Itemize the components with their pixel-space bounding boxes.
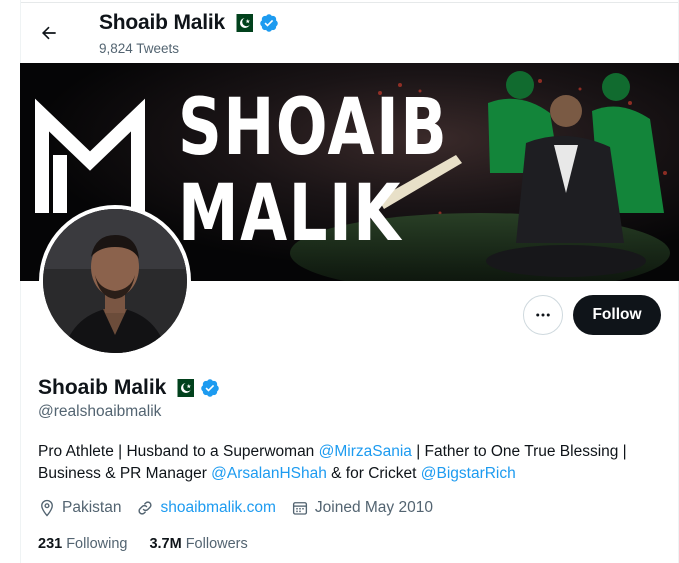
followers-label: Followers <box>185 536 248 552</box>
location: Pakistan <box>38 499 121 517</box>
location-pin-icon <box>38 499 56 517</box>
mention-link-mirzasania[interactable]: @MirzaSania <box>319 443 412 460</box>
following-count: 231 <box>38 536 63 552</box>
header-title-row: Shoaib Malik <box>99 11 279 35</box>
website-link[interactable]: shoaibmalik.com <box>160 499 275 517</box>
avatar[interactable] <box>39 205 191 357</box>
avatar-photo <box>43 209 187 353</box>
profile-stats: 231 Following 3.7M Followers <box>38 536 270 552</box>
header-name: Shoaib Malik <box>99 11 225 34</box>
bio-text: Pro Athlete | Husband to a Superwoman <box>38 443 319 460</box>
followers-link[interactable]: 3.7M Followers <box>149 536 247 552</box>
followers-count: 3.7M <box>149 536 182 552</box>
join-date: Joined May 2010 <box>291 499 433 517</box>
profile-name: Shoaib Malik <box>38 376 167 399</box>
more-options-button[interactable] <box>523 295 563 335</box>
link-icon <box>136 499 154 517</box>
mention-link-bigstarrich[interactable]: @BigstarRich <box>421 465 516 482</box>
profile-bio: Pro Athlete | Husband to a Superwoman @M… <box>38 441 663 485</box>
join-date-text: Joined May 2010 <box>314 499 433 516</box>
arrow-left-icon <box>39 23 59 43</box>
profile-meta: Pakistan shoaibmalik.com Joined May 2010 <box>38 499 448 517</box>
tweet-count: 9,824 Tweets <box>99 41 180 56</box>
profile-name-row: Shoaib Malik <box>38 376 220 400</box>
mention-link-arsalanhshah[interactable]: @ArsalanHShah <box>211 465 327 482</box>
banner-title-line2: MALIK <box>178 169 402 259</box>
profile-handle: @realshoaibmalik <box>38 403 162 420</box>
following-link[interactable]: 231 Following <box>38 536 127 552</box>
website[interactable]: shoaibmalik.com <box>136 499 276 517</box>
location-text: Pakistan <box>62 499 122 516</box>
back-button[interactable] <box>34 18 64 48</box>
banner-title-line1: SHOAIB <box>178 83 449 173</box>
following-label: Following <box>66 536 128 552</box>
calendar-icon <box>291 499 309 517</box>
follow-button[interactable]: Follow <box>573 295 661 335</box>
more-dots-icon <box>534 306 552 324</box>
verified-badge-icon <box>259 13 279 33</box>
pakistan-flag-icon <box>230 14 253 32</box>
pakistan-flag-icon <box>172 379 195 397</box>
verified-badge-icon[interactable] <box>200 378 220 398</box>
bio-text: & for Cricket <box>326 465 421 482</box>
